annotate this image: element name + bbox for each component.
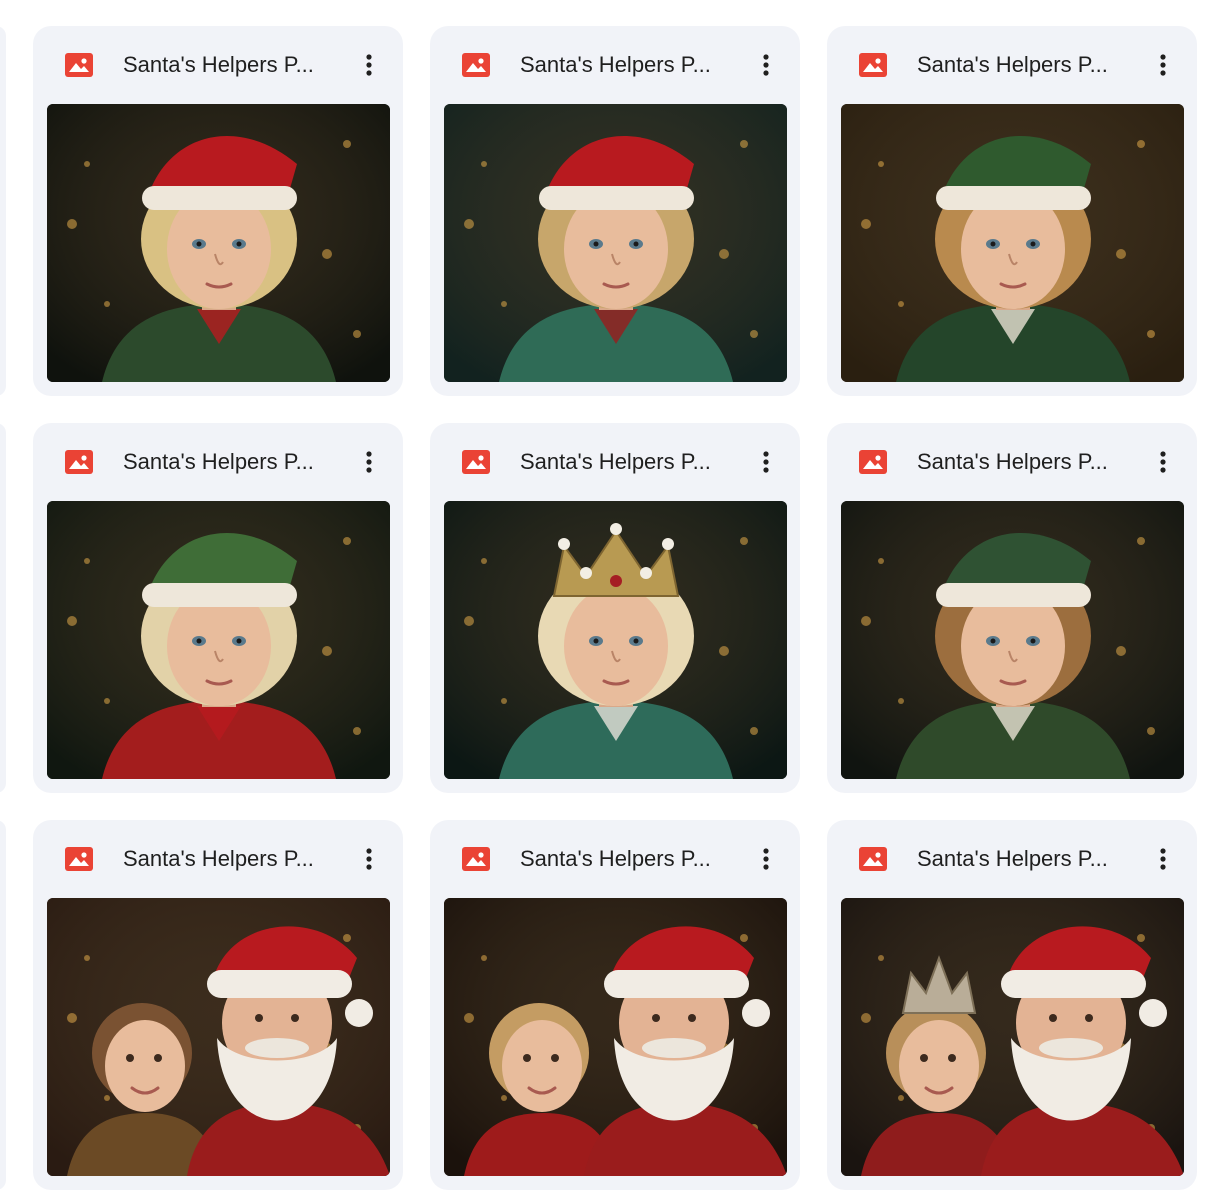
more-options-button[interactable] — [1145, 444, 1181, 480]
file-card-header: Santa's Helpers P... — [430, 26, 800, 104]
more-vert-icon — [366, 451, 372, 473]
more-options-button[interactable] — [748, 444, 784, 480]
file-grid: Santa's Helpers P... Santa's Helpers P...… — [0, 0, 1208, 1198]
more-vert-icon — [763, 848, 769, 870]
file-thumbnail[interactable] — [841, 104, 1184, 382]
file-card[interactable]: Santa's Helpers P... — [827, 423, 1197, 793]
file-card-header: Santa's Helpers P... — [33, 423, 403, 501]
image-file-icon — [65, 53, 93, 77]
file-name[interactable]: Santa's Helpers P... — [917, 844, 1127, 874]
file-card-header: Santa's Helpers P... — [827, 26, 1197, 104]
more-options-button[interactable] — [748, 841, 784, 877]
image-file-icon — [859, 53, 887, 77]
more-vert-icon — [763, 54, 769, 76]
file-card[interactable]: Santa's Helpers P... — [430, 26, 800, 396]
file-card[interactable]: Santa's Helpers P... — [430, 423, 800, 793]
more-vert-icon — [763, 451, 769, 473]
more-options-button[interactable] — [1145, 841, 1181, 877]
more-vert-icon — [1160, 848, 1166, 870]
more-vert-icon — [1160, 451, 1166, 473]
image-file-icon — [859, 450, 887, 474]
file-thumbnail[interactable] — [444, 501, 787, 779]
image-file-icon — [65, 450, 93, 474]
partial-card-left[interactable] — [0, 26, 6, 396]
file-name[interactable]: Santa's Helpers P... — [917, 50, 1127, 80]
file-name[interactable]: Santa's Helpers P... — [520, 50, 730, 80]
file-card[interactable]: Santa's Helpers P... — [33, 26, 403, 396]
file-card[interactable]: Santa's Helpers P... — [827, 26, 1197, 396]
more-options-button[interactable] — [351, 47, 387, 83]
file-thumbnail[interactable] — [841, 501, 1184, 779]
image-file-icon — [462, 450, 490, 474]
file-thumbnail[interactable] — [47, 898, 390, 1176]
more-vert-icon — [366, 54, 372, 76]
file-card[interactable]: Santa's Helpers P... — [33, 820, 403, 1190]
file-card-header: Santa's Helpers P... — [33, 820, 403, 898]
more-options-button[interactable] — [1145, 47, 1181, 83]
more-options-button[interactable] — [748, 47, 784, 83]
file-card-header: Santa's Helpers P... — [33, 26, 403, 104]
more-vert-icon — [366, 848, 372, 870]
file-thumbnail[interactable] — [444, 898, 787, 1176]
file-thumbnail[interactable] — [841, 898, 1184, 1176]
file-card[interactable]: Santa's Helpers P... — [827, 820, 1197, 1190]
file-card-header: Santa's Helpers P... — [430, 423, 800, 501]
file-name[interactable]: Santa's Helpers P... — [917, 447, 1127, 477]
partial-card-left[interactable] — [0, 820, 6, 1190]
file-name[interactable]: Santa's Helpers P... — [123, 844, 333, 874]
image-file-icon — [859, 847, 887, 871]
file-card[interactable]: Santa's Helpers P... — [430, 820, 800, 1190]
partial-card-left[interactable] — [0, 423, 6, 793]
file-name[interactable]: Santa's Helpers P... — [520, 844, 730, 874]
more-options-button[interactable] — [351, 444, 387, 480]
file-name[interactable]: Santa's Helpers P... — [123, 50, 333, 80]
file-card-header: Santa's Helpers P... — [827, 820, 1197, 898]
more-options-button[interactable] — [351, 841, 387, 877]
file-card[interactable]: Santa's Helpers P... — [33, 423, 403, 793]
file-thumbnail[interactable] — [47, 501, 390, 779]
file-thumbnail[interactable] — [47, 104, 390, 382]
more-vert-icon — [1160, 54, 1166, 76]
file-thumbnail[interactable] — [444, 104, 787, 382]
image-file-icon — [65, 847, 93, 871]
file-card-header: Santa's Helpers P... — [827, 423, 1197, 501]
image-file-icon — [462, 53, 490, 77]
file-card-header: Santa's Helpers P... — [430, 820, 800, 898]
file-name[interactable]: Santa's Helpers P... — [520, 447, 730, 477]
image-file-icon — [462, 847, 490, 871]
file-name[interactable]: Santa's Helpers P... — [123, 447, 333, 477]
